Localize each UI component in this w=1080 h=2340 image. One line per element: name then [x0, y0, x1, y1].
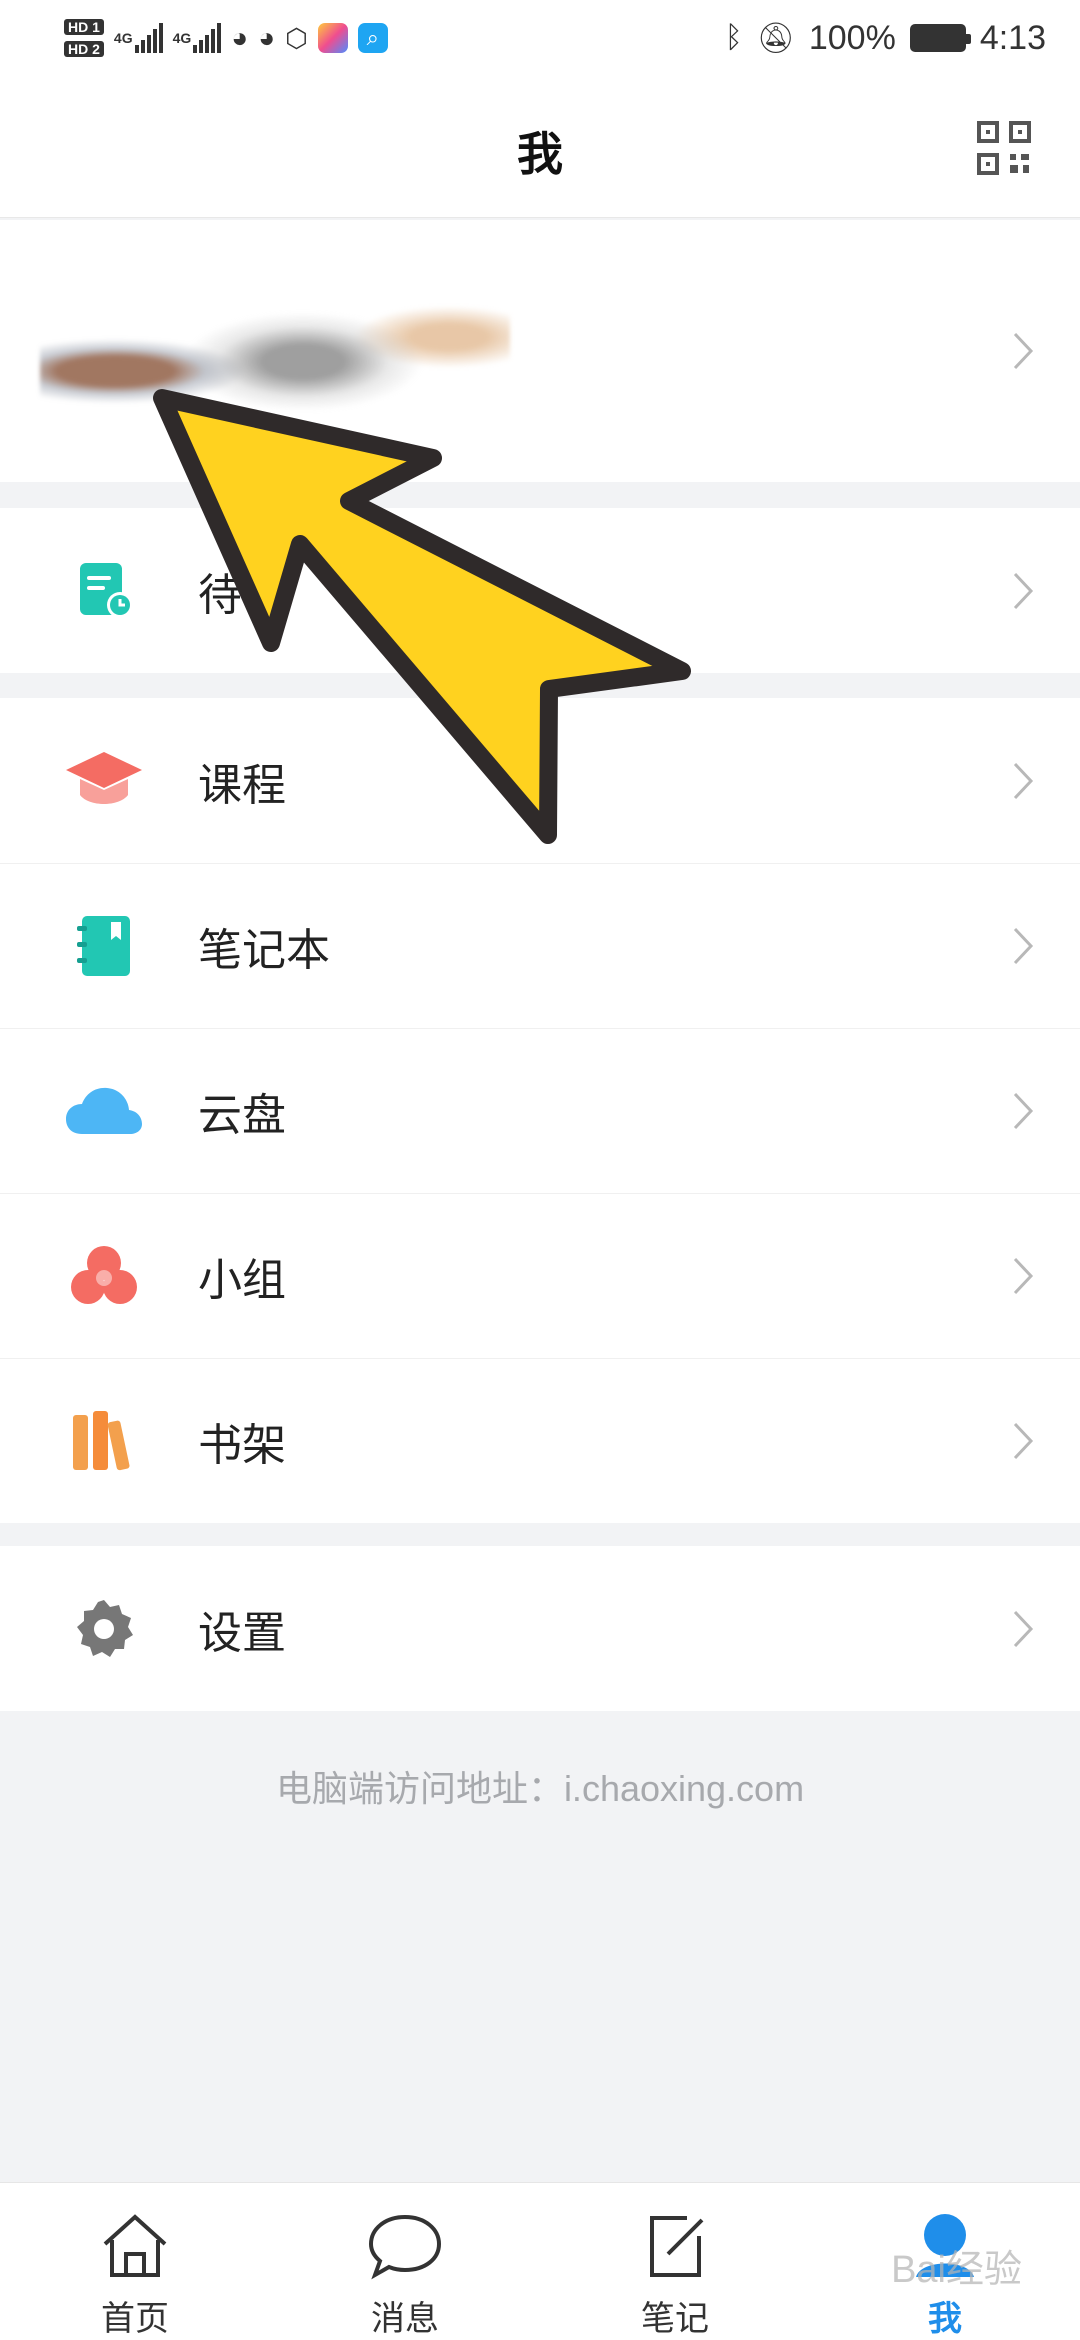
menu-item-bookshelf[interactable]: 书架 — [0, 1358, 1080, 1523]
profile-card[interactable] — [0, 220, 1080, 482]
time: 4:13 — [979, 18, 1046, 57]
page-title: 我 — [517, 127, 563, 181]
tab-messages-label: 消息 — [371, 2299, 439, 2339]
bottom-tab-bar: 首页 消息 笔记 我 — [0, 2182, 1080, 2340]
qr-code-icon[interactable] — [976, 120, 1032, 176]
network-type-label: 4G — [172, 30, 192, 46]
chevron-right-icon — [1013, 927, 1034, 965]
chevron-right-icon — [1013, 1610, 1034, 1647]
chevron-right-icon — [1013, 572, 1034, 609]
tab-messages[interactable]: 消息 — [270, 2183, 540, 2340]
network-4g-1: 4G — [114, 23, 163, 53]
menu-item-cloud-drive[interactable]: 云盘 — [0, 1028, 1080, 1193]
menu-item-group[interactable]: 小组 — [0, 1193, 1080, 1358]
network-4g-2: 4G — [173, 23, 222, 53]
menu-item-settings[interactable]: 设置 — [0, 1546, 1080, 1711]
signal-icon — [193, 23, 222, 53]
network-type-label: 4G — [113, 30, 133, 46]
tab-notes[interactable]: 笔记 — [540, 2183, 810, 2340]
notebook-label: 笔记本 — [198, 925, 330, 976]
message-icon — [368, 2214, 442, 2280]
blurred-avatar-and-name — [40, 280, 510, 470]
note-edit-icon — [650, 2216, 704, 2277]
gear-icon — [64, 1596, 144, 1662]
bookshelf-label: 书架 — [198, 1420, 286, 1471]
signal-icon — [134, 23, 163, 53]
status-bar: HD 1 HD 2 4G 4G ◕ ◕ ⬡ ⌕ ᛒ 🔕︎ 100% 4:13 — [0, 0, 1080, 76]
battery-percent: 100% — [808, 18, 896, 57]
hand-app-icon: ⬡ — [285, 22, 308, 53]
home-icon — [103, 2214, 167, 2277]
todo-section: 待 — [0, 508, 1080, 673]
menu-item-course[interactable]: 课程 — [0, 698, 1080, 863]
wechat-icon: ◕ — [258, 22, 276, 53]
wechat-icon: ◕ — [231, 22, 249, 53]
notebook-icon — [64, 913, 144, 979]
hd-1-label: HD 1 — [64, 19, 104, 35]
chevron-right-icon — [1013, 332, 1034, 370]
chevron-right-icon — [1013, 1422, 1034, 1460]
menu-item-notebook[interactable]: 笔记本 — [0, 863, 1080, 1028]
colorful-app-icon — [317, 23, 348, 53]
group-label: 小组 — [198, 1255, 286, 1306]
tab-me[interactable]: 我 — [810, 2183, 1080, 2340]
status-right: ᛒ 🔕︎ 100% 4:13 — [725, 19, 1046, 58]
todo-label: 待 — [198, 569, 242, 621]
group-icon — [64, 1243, 144, 1309]
graduation-cap-icon — [64, 748, 144, 814]
web-access-note: 电脑端访问地址：i.chaoxing.com — [275, 1768, 805, 1809]
bluetooth-icon: ᛒ — [724, 21, 743, 54]
search-app-icon: ⌕ — [357, 23, 388, 53]
tab-me-label: 我 — [928, 2299, 962, 2339]
tab-notes-label: 笔记 — [641, 2299, 709, 2339]
profile-icon — [916, 2214, 974, 2277]
settings-section: 设置 — [0, 1546, 1080, 1711]
cloud-drive-label: 云盘 — [198, 1090, 286, 1141]
course-label: 课程 — [198, 759, 286, 811]
battery-icon — [909, 24, 971, 52]
cloud-icon — [64, 1078, 144, 1144]
mute-bell-icon: 🔕︎ — [756, 21, 795, 55]
todo-menu-item[interactable]: 待 — [0, 508, 1080, 673]
chevron-right-icon — [1013, 1257, 1034, 1295]
top-header: 我 — [0, 76, 1080, 218]
tab-home-label: 首页 — [101, 2299, 169, 2339]
settings-label: 设置 — [198, 1607, 286, 1659]
hd-2-label: HD 2 — [64, 41, 104, 57]
status-left: HD 1 HD 2 4G 4G ◕ ◕ ⬡ ⌕ — [64, 19, 388, 57]
main-menu-section: 课程 笔记本 云盘 小组 书架 — [0, 698, 1080, 1523]
chevron-right-icon — [1013, 1092, 1034, 1130]
tab-home[interactable]: 首页 — [0, 2183, 270, 2340]
hd-indicator: HD 1 HD 2 — [64, 19, 104, 57]
chevron-right-icon — [1013, 762, 1034, 799]
todo-list-icon — [64, 558, 144, 624]
bookshelf-icon — [64, 1408, 144, 1474]
